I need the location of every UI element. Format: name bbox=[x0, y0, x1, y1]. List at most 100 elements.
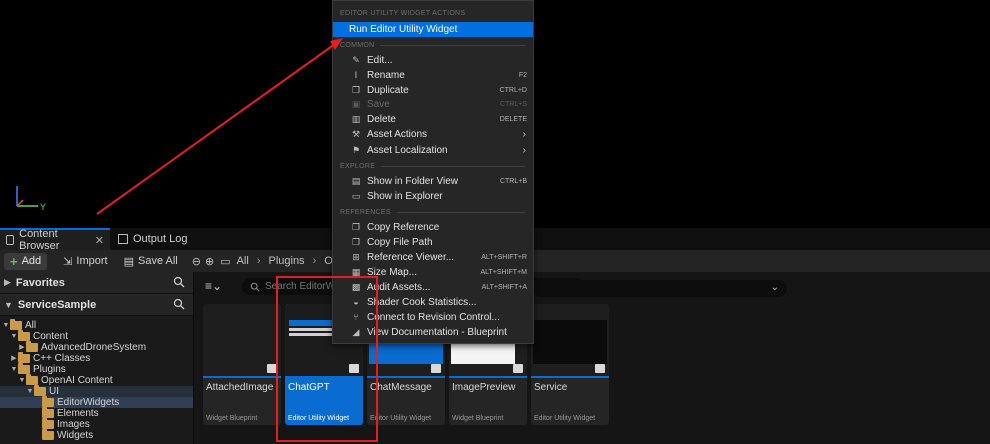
folder-icon bbox=[42, 429, 54, 440]
menu-item-label: Copy Reference bbox=[367, 222, 440, 233]
tree-item-ui[interactable]: ▼ UI bbox=[0, 385, 193, 397]
tree-item-label: Widgets bbox=[57, 430, 94, 441]
asset-tile-service[interactable]: Service Editor Utility Widget bbox=[531, 304, 609, 425]
menu-item-delete[interactable]: ▥ Delete DELETE bbox=[333, 112, 533, 127]
tree-item-label: OpenAI Content bbox=[41, 375, 113, 386]
menu-item-label: Run Editor Utility Widget bbox=[349, 24, 458, 35]
chevron-down-icon: ▼ bbox=[2, 322, 10, 329]
favorites-header[interactable]: ▶ Favorites bbox=[0, 272, 193, 294]
menu-item-asset-localization[interactable]: ⚑ Asset Localization › bbox=[333, 143, 533, 158]
tree-item-label: AdvancedDroneSystem bbox=[41, 342, 147, 353]
folder-tree: ▼ All ▼ Content ▶ AdvancedDroneSystem ▶ C++ … bbox=[0, 319, 193, 441]
tree-item-label: Plugins bbox=[33, 364, 66, 375]
tree-item-label: Content bbox=[33, 331, 69, 342]
menu-item-copy-file-path[interactable]: ❐ Copy File Path bbox=[333, 235, 533, 250]
folder-icon bbox=[42, 396, 54, 407]
axis-gizmo: Y bbox=[14, 182, 46, 212]
search-icon[interactable] bbox=[173, 276, 185, 288]
chevron-down-icon: ▼ bbox=[18, 377, 26, 384]
tree-item-widgets[interactable]: Widgets bbox=[0, 429, 193, 441]
shortcut: ALT+SHIFT+M bbox=[480, 269, 527, 276]
menu-item-copy-reference[interactable]: ❐ Copy Reference bbox=[333, 220, 533, 235]
tree-item-cpp-classes[interactable]: ▶ C++ Classes bbox=[0, 352, 193, 364]
menu-item-label: Asset Localization bbox=[367, 145, 448, 156]
menu-item-label: Edit... bbox=[367, 55, 393, 66]
menu-item-duplicate[interactable]: ❐ Duplicate CTRL+D bbox=[333, 83, 533, 98]
content-browser-icon bbox=[6, 235, 15, 245]
add-button-label: Add bbox=[21, 255, 42, 267]
section-label: REFERENCES bbox=[340, 208, 391, 216]
filter-icon[interactable]: ≡⌄ bbox=[205, 279, 227, 293]
close-icon[interactable]: ✕ bbox=[95, 234, 104, 247]
asset-type: Widget Blueprint bbox=[206, 415, 258, 422]
chevron-down-icon[interactable]: ⌄ bbox=[771, 282, 779, 293]
add-button[interactable]: + Add bbox=[4, 252, 48, 270]
chevron-down-icon: ▼ bbox=[10, 366, 18, 373]
chevron-down-icon: ▼ bbox=[4, 299, 13, 310]
widget-icon bbox=[431, 364, 441, 373]
asset-tile-attachedimage[interactable]: AttachedImage Widget Blueprint bbox=[203, 304, 281, 425]
tree-item-label: Images bbox=[57, 419, 90, 430]
reference-viewer-icon: ⊞ bbox=[352, 252, 360, 262]
tree-item-elements[interactable]: Elements bbox=[0, 407, 193, 419]
tab-output-log[interactable]: Output Log bbox=[112, 228, 212, 250]
project-header[interactable]: ▼ ServiceSample bbox=[0, 294, 193, 316]
section-label: COMMON bbox=[340, 41, 375, 49]
rename-icon: Ⅰ bbox=[354, 70, 358, 80]
tree-item-all[interactable]: ▼ All bbox=[0, 319, 193, 331]
tree-item-label: EditorWidgets bbox=[57, 397, 120, 408]
pencil-icon: ✎ bbox=[352, 55, 360, 65]
flag-icon: ⚑ bbox=[351, 145, 361, 155]
chevron-right-icon: › bbox=[522, 145, 526, 156]
breadcrumb-plugins[interactable]: Plugins bbox=[268, 255, 304, 267]
search-icon[interactable] bbox=[173, 298, 185, 310]
menu-item-label: Copy File Path bbox=[367, 237, 433, 248]
asset-type: Widget Blueprint bbox=[452, 415, 504, 422]
folder-icon: ▭ bbox=[220, 255, 231, 268]
divider bbox=[380, 44, 525, 46]
tree-item-editorwidgets[interactable]: EditorWidgets bbox=[0, 396, 193, 408]
asset-name: ChatMessage bbox=[370, 382, 432, 393]
tree-item-label: Elements bbox=[57, 408, 99, 419]
asset-name: ImagePreview bbox=[452, 382, 516, 393]
menu-item-label: Connect to Revision Control... bbox=[367, 312, 500, 323]
sources-panel: ▶ Favorites ▼ ServiceSample ▼ All ▼ Conten… bbox=[0, 272, 194, 444]
menu-section-references: REFERENCES bbox=[333, 206, 533, 218]
menu-item-show-in-folder-view[interactable]: ▤ Show in Folder View CTRL+B bbox=[333, 174, 533, 189]
asset-type: Editor Utility Widget bbox=[370, 415, 432, 422]
menu-item-run-editor-utility-widget[interactable]: Run Editor Utility Widget bbox=[333, 22, 533, 37]
tab-content-browser-label: Content Browser bbox=[19, 228, 60, 252]
menu-item-edit[interactable]: ✎ Edit... bbox=[333, 53, 533, 68]
menu-item-asset-actions[interactable]: ⚒ Asset Actions › bbox=[333, 127, 533, 142]
search-options[interactable]: ⌄ bbox=[532, 280, 787, 297]
menu-item-reference-viewer[interactable]: ⊞ Reference Viewer... ALT+SHIFT+R bbox=[333, 250, 533, 265]
import-icon: ⇲ bbox=[63, 255, 73, 268]
chevron-down-icon: ▼ bbox=[10, 333, 18, 340]
section-label: EXPLORE bbox=[340, 162, 376, 170]
menu-section-common: COMMON bbox=[333, 39, 533, 51]
import-button[interactable]: ⇲ Import bbox=[57, 253, 113, 270]
folder-icon bbox=[42, 418, 54, 429]
thumb-fill bbox=[533, 320, 607, 364]
tree-item-advanceddronesystem[interactable]: ▶ AdvancedDroneSystem bbox=[0, 341, 193, 353]
import-button-label: Import bbox=[76, 255, 108, 267]
widget-icon bbox=[513, 364, 523, 373]
menu-item-label: Shader Cook Statistics... bbox=[367, 297, 477, 308]
menu-item-label: Duplicate bbox=[367, 85, 409, 96]
menu-item-rename[interactable]: Ⅰ Rename F2 bbox=[333, 68, 533, 83]
save-all-button[interactable]: ▤ Save All bbox=[118, 253, 184, 270]
shortcut: ALT+SHIFT+R bbox=[481, 254, 527, 261]
menu-item-save[interactable]: ▣ Save CTRL+S bbox=[333, 97, 533, 112]
trash-icon: ▥ bbox=[351, 114, 361, 124]
menu-item-show-in-explorer[interactable]: ▭ Show in Explorer bbox=[333, 189, 533, 204]
tab-content-browser[interactable]: Content Browser ✕ bbox=[0, 228, 110, 252]
tree-item-images[interactable]: Images bbox=[0, 418, 193, 430]
divider bbox=[396, 211, 525, 213]
breadcrumb-all[interactable]: All bbox=[237, 255, 249, 267]
folder-icon bbox=[18, 363, 30, 374]
chevron-down-icon: ▼ bbox=[26, 388, 34, 395]
menu-item-label: Show in Folder View bbox=[367, 176, 458, 187]
tree-item-openai-content[interactable]: ▼ OpenAI Content bbox=[0, 374, 193, 386]
history-forward-icon[interactable]: ⊕ bbox=[205, 255, 214, 268]
history-back-icon[interactable]: ⊖ bbox=[192, 255, 201, 268]
